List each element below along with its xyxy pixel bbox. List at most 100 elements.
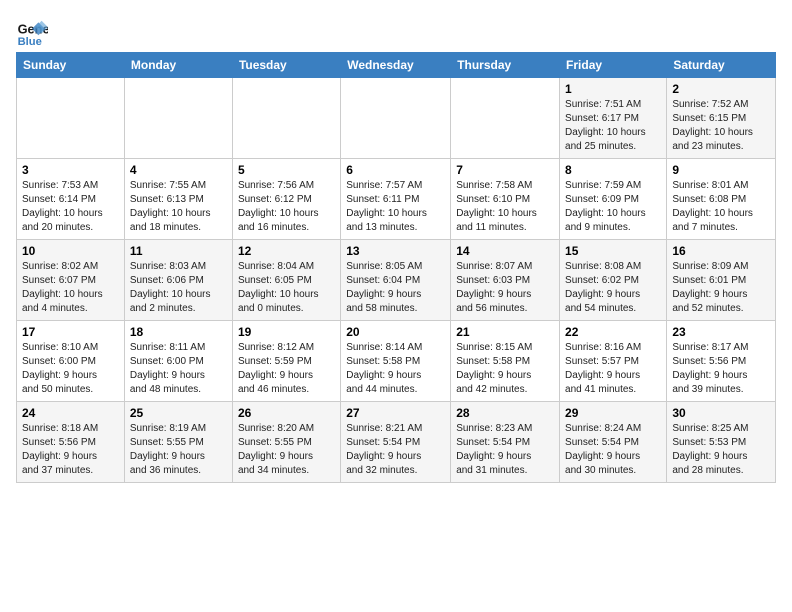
- calendar-cell: 10 Sunrise: 8:02 AM Sunset: 6:07 PM Dayli…: [17, 240, 125, 321]
- calendar-cell: [451, 78, 560, 159]
- day-number: 24: [22, 406, 119, 420]
- day-number: 15: [565, 244, 661, 258]
- day-number: 9: [672, 163, 770, 177]
- day-info: Sunrise: 7:57 AM Sunset: 6:11 PM Dayligh…: [346, 179, 445, 235]
- calendar-cell: 19 Sunrise: 8:12 AM Sunset: 5:59 PM Dayli…: [232, 321, 340, 402]
- day-number: 11: [130, 244, 227, 258]
- day-number: 19: [238, 325, 335, 339]
- weekday-header: Tuesday: [232, 53, 340, 78]
- calendar-week-row: 3 Sunrise: 7:53 AM Sunset: 6:14 PM Daylig…: [17, 159, 776, 240]
- calendar-cell: 29 Sunrise: 8:24 AM Sunset: 5:54 PM Dayli…: [560, 402, 667, 483]
- day-number: 8: [565, 163, 661, 177]
- day-info: Sunrise: 8:19 AM Sunset: 5:55 PM Dayligh…: [130, 422, 227, 478]
- day-number: 2: [672, 82, 770, 96]
- weekday-header: Thursday: [451, 53, 560, 78]
- calendar-cell: 8 Sunrise: 7:59 AM Sunset: 6:09 PM Daylig…: [560, 159, 667, 240]
- day-info: Sunrise: 8:12 AM Sunset: 5:59 PM Dayligh…: [238, 341, 335, 397]
- calendar-cell: 12Sunrise: 8:04 AM Sunset: 6:05 PM Dayli…: [232, 240, 340, 321]
- day-number: 18: [130, 325, 227, 339]
- weekday-header: Saturday: [667, 53, 776, 78]
- calendar-cell: 6 Sunrise: 7:57 AM Sunset: 6:11 PM Daylig…: [341, 159, 451, 240]
- day-number: 6: [346, 163, 445, 177]
- day-info: Sunrise: 8:21 AM Sunset: 5:54 PM Dayligh…: [346, 422, 445, 478]
- header-row: SundayMondayTuesdayWednesdayThursdayFrid…: [17, 53, 776, 78]
- calendar-cell: 4 Sunrise: 7:55 AM Sunset: 6:13 PM Daylig…: [124, 159, 232, 240]
- day-info: Sunrise: 8:08 AM Sunset: 6:02 PM Dayligh…: [565, 260, 661, 316]
- day-number: 21: [456, 325, 554, 339]
- day-number: 17: [22, 325, 119, 339]
- calendar-cell: [341, 78, 451, 159]
- calendar-cell: 2 Sunrise: 7:52 AM Sunset: 6:15 PM Daylig…: [667, 78, 776, 159]
- day-info: Sunrise: 8:05 AM Sunset: 6:04 PM Dayligh…: [346, 260, 445, 316]
- calendar-cell: 15 Sunrise: 8:08 AM Sunset: 6:02 PM Dayli…: [560, 240, 667, 321]
- day-number: 7: [456, 163, 554, 177]
- calendar-cell: 11 Sunrise: 8:03 AM Sunset: 6:06 PM Dayli…: [124, 240, 232, 321]
- weekday-header: Sunday: [17, 53, 125, 78]
- day-number: 3: [22, 163, 119, 177]
- day-info: Sunrise: 7:51 AM Sunset: 6:17 PM Dayligh…: [565, 98, 661, 154]
- day-number: 22: [565, 325, 661, 339]
- day-number: 25: [130, 406, 227, 420]
- day-number: 29: [565, 406, 661, 420]
- day-info: Sunrise: 7:52 AM Sunset: 6:15 PM Dayligh…: [672, 98, 770, 154]
- calendar-cell: [232, 78, 340, 159]
- day-info: Sunrise: 8:18 AM Sunset: 5:56 PM Dayligh…: [22, 422, 119, 478]
- day-info: Sunrise: 7:56 AM Sunset: 6:12 PM Dayligh…: [238, 179, 335, 235]
- day-info: Sunrise: 8:11 AM Sunset: 6:00 PM Dayligh…: [130, 341, 227, 397]
- day-info: Sunrise: 7:55 AM Sunset: 6:13 PM Dayligh…: [130, 179, 227, 235]
- calendar-week-row: 10 Sunrise: 8:02 AM Sunset: 6:07 PM Dayli…: [17, 240, 776, 321]
- day-number: 4: [130, 163, 227, 177]
- weekday-header: Monday: [124, 53, 232, 78]
- calendar-cell: 1 Sunrise: 7:51 AM Sunset: 6:17 PM Daylig…: [560, 78, 667, 159]
- day-number: 20: [346, 325, 445, 339]
- logo-icon: General Blue: [16, 16, 48, 48]
- calendar-cell: 21Sunrise: 8:15 AM Sunset: 5:58 PM Dayli…: [451, 321, 560, 402]
- calendar-cell: 17 Sunrise: 8:10 AM Sunset: 6:00 PM Dayli…: [17, 321, 125, 402]
- calendar-cell: 14Sunrise: 8:07 AM Sunset: 6:03 PM Dayli…: [451, 240, 560, 321]
- day-number: 30: [672, 406, 770, 420]
- day-number: 26: [238, 406, 335, 420]
- calendar-table: SundayMondayTuesdayWednesdayThursdayFrid…: [16, 52, 776, 483]
- day-info: Sunrise: 7:58 AM Sunset: 6:10 PM Dayligh…: [456, 179, 554, 235]
- calendar-cell: 30 Sunrise: 8:25 AM Sunset: 5:53 PM Dayli…: [667, 402, 776, 483]
- day-number: 10: [22, 244, 119, 258]
- calendar-cell: 3 Sunrise: 7:53 AM Sunset: 6:14 PM Daylig…: [17, 159, 125, 240]
- day-info: Sunrise: 8:07 AM Sunset: 6:03 PM Dayligh…: [456, 260, 554, 316]
- calendar-cell: 24 Sunrise: 8:18 AM Sunset: 5:56 PM Dayli…: [17, 402, 125, 483]
- day-info: Sunrise: 7:59 AM Sunset: 6:09 PM Dayligh…: [565, 179, 661, 235]
- header: General Blue: [16, 16, 776, 48]
- day-info: Sunrise: 7:53 AM Sunset: 6:14 PM Dayligh…: [22, 179, 119, 235]
- calendar-cell: 22 Sunrise: 8:16 AM Sunset: 5:57 PM Dayli…: [560, 321, 667, 402]
- day-info: Sunrise: 8:17 AM Sunset: 5:56 PM Dayligh…: [672, 341, 770, 397]
- weekday-header: Wednesday: [341, 53, 451, 78]
- day-info: Sunrise: 8:01 AM Sunset: 6:08 PM Dayligh…: [672, 179, 770, 235]
- calendar-cell: 5 Sunrise: 7:56 AM Sunset: 6:12 PM Daylig…: [232, 159, 340, 240]
- day-number: 12: [238, 244, 335, 258]
- calendar-cell: 7 Sunrise: 7:58 AM Sunset: 6:10 PM Daylig…: [451, 159, 560, 240]
- day-info: Sunrise: 8:23 AM Sunset: 5:54 PM Dayligh…: [456, 422, 554, 478]
- day-info: Sunrise: 8:20 AM Sunset: 5:55 PM Dayligh…: [238, 422, 335, 478]
- calendar-cell: 27 Sunrise: 8:21 AM Sunset: 5:54 PM Dayli…: [341, 402, 451, 483]
- logo: General Blue: [16, 16, 52, 48]
- day-info: Sunrise: 8:02 AM Sunset: 6:07 PM Dayligh…: [22, 260, 119, 316]
- day-number: 27: [346, 406, 445, 420]
- calendar-week-row: 17 Sunrise: 8:10 AM Sunset: 6:00 PM Dayli…: [17, 321, 776, 402]
- calendar-week-row: 1 Sunrise: 7:51 AM Sunset: 6:17 PM Daylig…: [17, 78, 776, 159]
- calendar-cell: 18 Sunrise: 8:11 AM Sunset: 6:00 PM Dayli…: [124, 321, 232, 402]
- day-number: 28: [456, 406, 554, 420]
- day-number: 5: [238, 163, 335, 177]
- calendar-cell: 9 Sunrise: 8:01 AM Sunset: 6:08 PM Daylig…: [667, 159, 776, 240]
- day-info: Sunrise: 8:10 AM Sunset: 6:00 PM Dayligh…: [22, 341, 119, 397]
- day-info: Sunrise: 8:03 AM Sunset: 6:06 PM Dayligh…: [130, 260, 227, 316]
- day-info: Sunrise: 8:25 AM Sunset: 5:53 PM Dayligh…: [672, 422, 770, 478]
- day-number: 1: [565, 82, 661, 96]
- day-number: 23: [672, 325, 770, 339]
- calendar-cell: [124, 78, 232, 159]
- day-info: Sunrise: 8:16 AM Sunset: 5:57 PM Dayligh…: [565, 341, 661, 397]
- day-info: Sunrise: 8:24 AM Sunset: 5:54 PM Dayligh…: [565, 422, 661, 478]
- calendar-cell: 23 Sunrise: 8:17 AM Sunset: 5:56 PM Dayli…: [667, 321, 776, 402]
- calendar-week-row: 24 Sunrise: 8:18 AM Sunset: 5:56 PM Dayli…: [17, 402, 776, 483]
- svg-text:Blue: Blue: [18, 36, 42, 48]
- day-info: Sunrise: 8:09 AM Sunset: 6:01 PM Dayligh…: [672, 260, 770, 316]
- calendar-cell: 25 Sunrise: 8:19 AM Sunset: 5:55 PM Dayli…: [124, 402, 232, 483]
